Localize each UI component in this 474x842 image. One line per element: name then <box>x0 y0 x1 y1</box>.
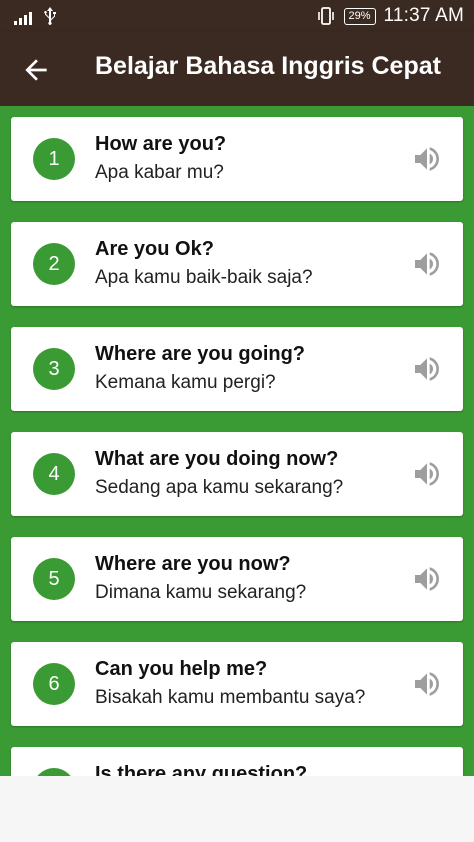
bottom-area <box>0 776 474 842</box>
indonesian-translation: Bisakah kamu membantu saya? <box>95 687 366 708</box>
speaker-icon[interactable] <box>411 458 443 490</box>
list-item[interactable]: 1 How are you? Apa kabar mu? <box>11 117 463 201</box>
indonesian-translation: Apa kabar mu? <box>95 162 224 183</box>
english-phrase: Where are you now? <box>95 553 291 575</box>
indonesian-translation: Apa kamu baik-baik saja? <box>95 267 313 288</box>
number-badge: 3 <box>33 348 75 390</box>
list-item[interactable]: 5 Where are you now? Dimana kamu sekaran… <box>11 537 463 621</box>
english-phrase: How are you? <box>95 133 227 155</box>
english-phrase: Is there any question? <box>95 763 308 776</box>
speaker-icon[interactable] <box>411 563 443 595</box>
speaker-icon[interactable] <box>411 353 443 385</box>
english-phrase: Can you help me? <box>95 658 268 680</box>
english-phrase: Where are you going? <box>95 343 306 365</box>
indonesian-translation: Sedang apa kamu sekarang? <box>95 477 344 498</box>
english-phrase: What are you doing now? <box>95 448 339 470</box>
indonesian-translation: Dimana kamu sekarang? <box>95 582 307 603</box>
usb-icon <box>44 7 56 25</box>
number-badge: 4 <box>33 453 75 495</box>
list-item[interactable]: 2 Are you Ok? Apa kamu baik-baik saja? <box>11 222 463 306</box>
speaker-icon[interactable] <box>411 668 443 700</box>
speaker-icon[interactable] <box>411 248 443 280</box>
indonesian-translation: Kemana kamu pergi? <box>95 372 276 393</box>
number-badge: 6 <box>33 663 75 705</box>
list-item[interactable]: 6 Can you help me? Bisakah kamu membantu… <box>11 642 463 726</box>
battery-icon: 29% <box>343 7 376 25</box>
arrow-back-icon[interactable] <box>20 54 52 86</box>
vibrate-icon <box>317 7 334 25</box>
number-badge: 1 <box>33 138 75 180</box>
list-item[interactable]: 4 What are you doing now? Sedang apa kam… <box>11 432 463 516</box>
speaker-icon[interactable] <box>411 143 443 175</box>
list-item[interactable]: 3 Where are you going? Kemana kamu pergi… <box>11 327 463 411</box>
clock: 11:37 AM <box>383 5 464 26</box>
phrase-list[interactable]: 1 How are you? Apa kabar mu? 2 Are you O… <box>0 106 474 776</box>
signal-icon <box>14 11 32 25</box>
status-bar: 29% 11:37 AM <box>0 0 474 32</box>
number-badge: 2 <box>33 243 75 285</box>
number-badge: 5 <box>33 558 75 600</box>
app-bar: Belajar Bahasa Inggris Cepat <box>0 32 474 106</box>
number-badge: 7 <box>33 768 75 776</box>
page-title: Belajar Bahasa Inggris Cepat <box>95 52 441 80</box>
english-phrase: Are you Ok? <box>95 238 214 260</box>
list-item[interactable]: 7 Is there any question? <box>11 747 463 776</box>
